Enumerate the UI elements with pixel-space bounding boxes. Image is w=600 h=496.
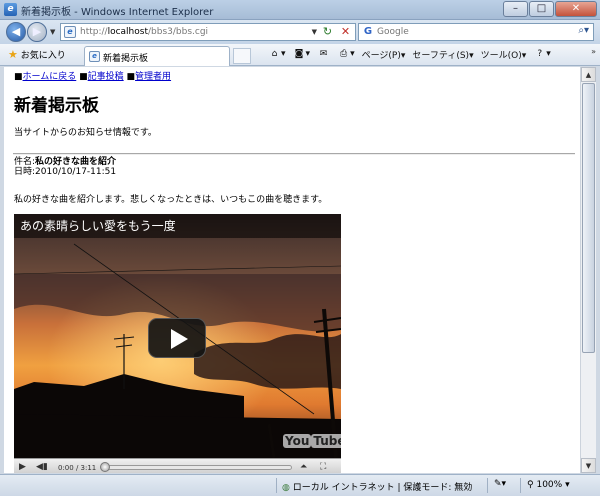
url-prefix: http://	[80, 27, 108, 37]
post-date: 2010/10/17-11:51	[35, 167, 117, 177]
google-icon: G	[363, 26, 373, 37]
post-body: 私の好きな曲を紹介します。悲しくなったときは、いつもこの曲を聴きます。	[14, 195, 328, 205]
url-path: /bbs3/bbs.cgi	[147, 27, 209, 37]
minimize-button[interactable]: –	[503, 1, 528, 17]
safety-menu-label: セーフティ(S)	[412, 51, 470, 61]
safety-menu[interactable]: セーフティ(S)▾	[412, 48, 473, 61]
page-viewport: ■ホームに戻る ■記事投稿 ■管理者用 新着掲示板 当サイトからのお知らせ情報で…	[4, 67, 580, 473]
tab-title: 新着掲示板	[103, 54, 149, 64]
nav-marker: ■	[14, 72, 23, 82]
home-icon: ⌂	[271, 49, 278, 59]
status-divider	[487, 478, 488, 493]
video-play-button[interactable]: ▶	[19, 461, 26, 473]
video-title[interactable]: あの素晴らしい愛をもう一度	[14, 214, 341, 238]
scroll-up-icon[interactable]: ▲	[581, 67, 596, 82]
subject-label: 件名:	[14, 157, 36, 167]
play-button[interactable]	[148, 318, 206, 358]
video-seek-handle[interactable]	[100, 462, 110, 472]
youtube-logo-you: You	[283, 434, 312, 448]
post-subject: 私の好きな曲を紹介	[35, 157, 117, 167]
page-icon: e	[64, 26, 76, 38]
video-menu-button[interactable]: ⏶	[300, 461, 307, 473]
page-menu[interactable]: ページ(P)▾	[362, 48, 406, 61]
search-input[interactable]	[377, 25, 567, 39]
rss-icon: ◙	[294, 49, 304, 59]
help-icon: ?	[537, 49, 543, 59]
globe-icon: ◍	[282, 483, 290, 493]
post-meta: 件名:私の好きな曲を紹介 日時:2010/10/17-11:51	[14, 157, 116, 177]
address-url[interactable]: http://localhost/bbs3/bbs.cgi	[80, 27, 208, 37]
nav-home-link[interactable]: ホームに戻る	[23, 72, 77, 82]
top-nav: ■ホームに戻る ■記事投稿 ■管理者用	[14, 69, 171, 82]
help-button[interactable]: ? ▾	[533, 48, 550, 61]
protected-mode-icon[interactable]: ✎▾	[494, 479, 506, 489]
home-button[interactable]: ⌂ ▾	[268, 48, 286, 61]
page-menu-label: ページ(P)	[361, 51, 401, 61]
favorites-button[interactable]: ★ お気に入り	[8, 48, 66, 61]
video-controls: ▶ ◀▮ 0:00 / 3:11 ⏶ ⛶	[14, 458, 341, 473]
maximize-button[interactable]: □	[529, 1, 554, 17]
back-button[interactable]: ◀	[6, 22, 26, 42]
zoom-level[interactable]: ⚲ 100% ▾	[527, 480, 570, 490]
printer-icon: ⎙	[339, 49, 348, 59]
tab-current[interactable]: e 新着掲示板	[84, 46, 230, 66]
page-title: 新着掲示板	[14, 96, 99, 116]
divider	[13, 153, 575, 155]
youtube-video-player[interactable]: あの素晴らしい愛をもう一度 YouTube ▶ ◀▮ 0:00 / 3:11 ⏶…	[14, 214, 341, 473]
tab-page-icon: e	[89, 51, 100, 62]
stop-button[interactable]: ✕	[338, 25, 353, 39]
fullscreen-icon[interactable]: ⛶	[320, 461, 326, 473]
nav-admin-link[interactable]: 管理者用	[135, 72, 171, 82]
mail-icon: ✉	[319, 49, 328, 59]
read-mail-button[interactable]: ✉	[317, 48, 330, 61]
zoom-icon: ⚲	[527, 480, 534, 490]
scroll-thumb[interactable]	[582, 83, 595, 353]
title-bar: e 新着掲示板 - Windows Internet Explorer – □ …	[0, 0, 600, 20]
page-intro: 当サイトからのお知らせ情報です。	[14, 128, 157, 138]
address-field[interactable]: e http://localhost/bbs3/bbs.cgi ▼ ↻ ✕	[60, 23, 356, 41]
post-date-row: 日時:2010/10/17-11:51	[14, 167, 116, 177]
volume-icon[interactable]: ◀▮	[36, 461, 48, 473]
star-icon: ★	[8, 48, 18, 61]
command-bar: ★ お気に入り e 新着掲示板 ⌂ ▾ ◙ ▾ ✉ ⎙ ▾ ページ(P)▾ セーフティ…	[0, 44, 600, 66]
tools-menu[interactable]: ツール(O)▾	[481, 48, 527, 61]
search-icon[interactable]: ⌕▾	[578, 25, 589, 36]
post-subject-row: 件名:私の好きな曲を紹介	[14, 157, 116, 167]
scroll-down-icon[interactable]: ▼	[581, 458, 596, 473]
security-zone[interactable]: ◍ ローカル イントラネット | 保護モード: 無効	[282, 480, 472, 493]
more-chevron-icon[interactable]: »	[591, 47, 596, 56]
close-button[interactable]: ✕	[555, 1, 597, 17]
window-title: 新着掲示板 - Windows Internet Explorer	[21, 7, 214, 18]
feeds-button[interactable]: ◙ ▾	[293, 48, 310, 61]
favorites-label: お気に入り	[20, 51, 66, 61]
video-seek-bar[interactable]	[102, 465, 292, 470]
new-tab-button[interactable]	[233, 48, 251, 64]
youtube-logo-tube: Tube	[311, 434, 341, 448]
date-label: 日時:	[14, 167, 36, 177]
nav-post-link[interactable]: 記事投稿	[88, 72, 124, 82]
refresh-button[interactable]: ↻	[320, 25, 335, 39]
vertical-scrollbar[interactable]: ▲ ▼	[580, 67, 596, 473]
search-box[interactable]: G ⌕▾	[358, 23, 594, 41]
status-divider	[520, 478, 521, 493]
window-controls: – □ ✕	[502, 1, 597, 17]
zoom-value: 100%	[536, 480, 563, 490]
status-bar: ◍ ローカル イントラネット | 保護モード: 無効 ✎▾ ⚲ 100% ▾	[0, 474, 600, 496]
forward-button[interactable]: ▶	[27, 22, 47, 42]
nav-marker: ■	[79, 72, 88, 82]
url-host: localhost	[107, 27, 148, 37]
tools-menu-label: ツール(O)	[480, 51, 522, 61]
address-chevron-down-icon[interactable]: ▼	[312, 28, 317, 36]
security-zone-label: ローカル イントラネット | 保護モード: 無効	[292, 483, 473, 493]
address-toolbar: ◀ ▶ ▼ e http://localhost/bbs3/bbs.cgi ▼ …	[0, 20, 600, 44]
ie-logo-icon: e	[4, 3, 17, 16]
status-divider	[276, 478, 277, 493]
youtube-logo[interactable]: YouTube	[283, 434, 341, 448]
print-button[interactable]: ⎙ ▾	[337, 48, 355, 61]
nav-marker: ■	[126, 72, 136, 82]
toolbar-tools: ⌂ ▾ ◙ ▾ ✉ ⎙ ▾ ページ(P)▾ セーフティ(S)▾ ツール(O)▾ ? ▾	[268, 48, 558, 61]
recent-pages-chevron-down-icon[interactable]: ▼	[50, 28, 55, 36]
video-time: 0:00 / 3:11	[58, 464, 97, 472]
play-icon	[171, 329, 188, 349]
